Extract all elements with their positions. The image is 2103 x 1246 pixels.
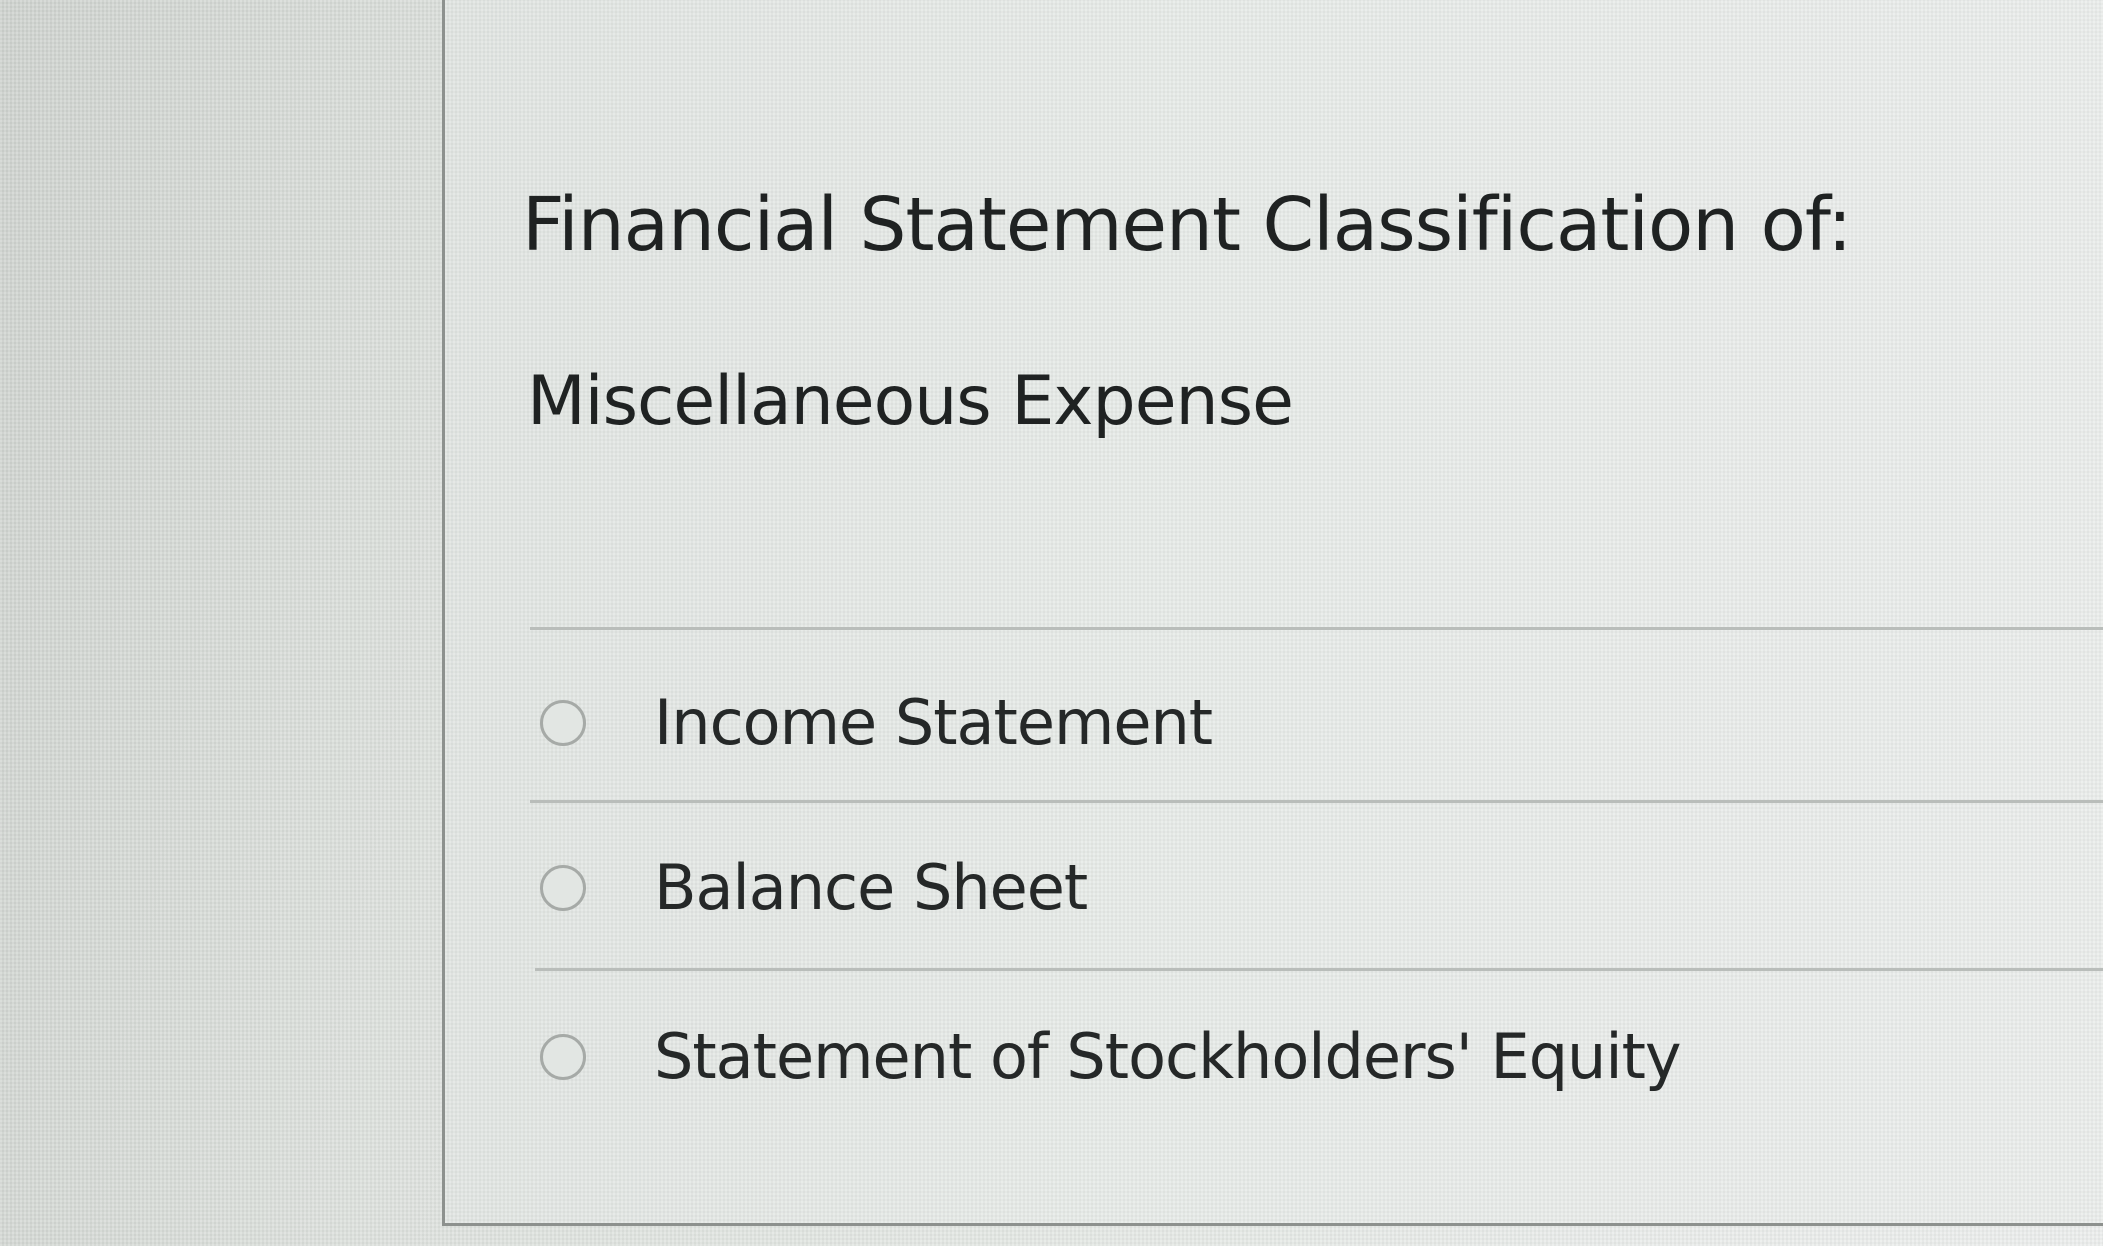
- choice-label-balance-sheet: Balance Sheet: [654, 851, 1088, 924]
- question-title: Financial Statement Classification of:: [522, 182, 1852, 268]
- choice-balance-sheet[interactable]: Balance Sheet: [540, 828, 2040, 948]
- radio-button-balance-sheet[interactable]: [540, 865, 586, 911]
- choice-divider-1: [530, 800, 2103, 803]
- choice-stockholders-equity[interactable]: Statement of Stockholders' Equity: [540, 997, 2040, 1117]
- choice-label-income-statement: Income Statement: [654, 686, 1213, 759]
- radio-button-stockholders-equity[interactable]: [540, 1034, 586, 1080]
- question-item: Miscellaneous Expense: [527, 362, 1294, 441]
- choices-top-divider: [530, 627, 2103, 630]
- radio-button-income-statement[interactable]: [540, 700, 586, 746]
- choice-label-stockholders-equity: Statement of Stockholders' Equity: [654, 1020, 1682, 1093]
- choice-income-statement[interactable]: Income Statement: [540, 663, 2040, 783]
- choice-divider-2: [535, 968, 2103, 971]
